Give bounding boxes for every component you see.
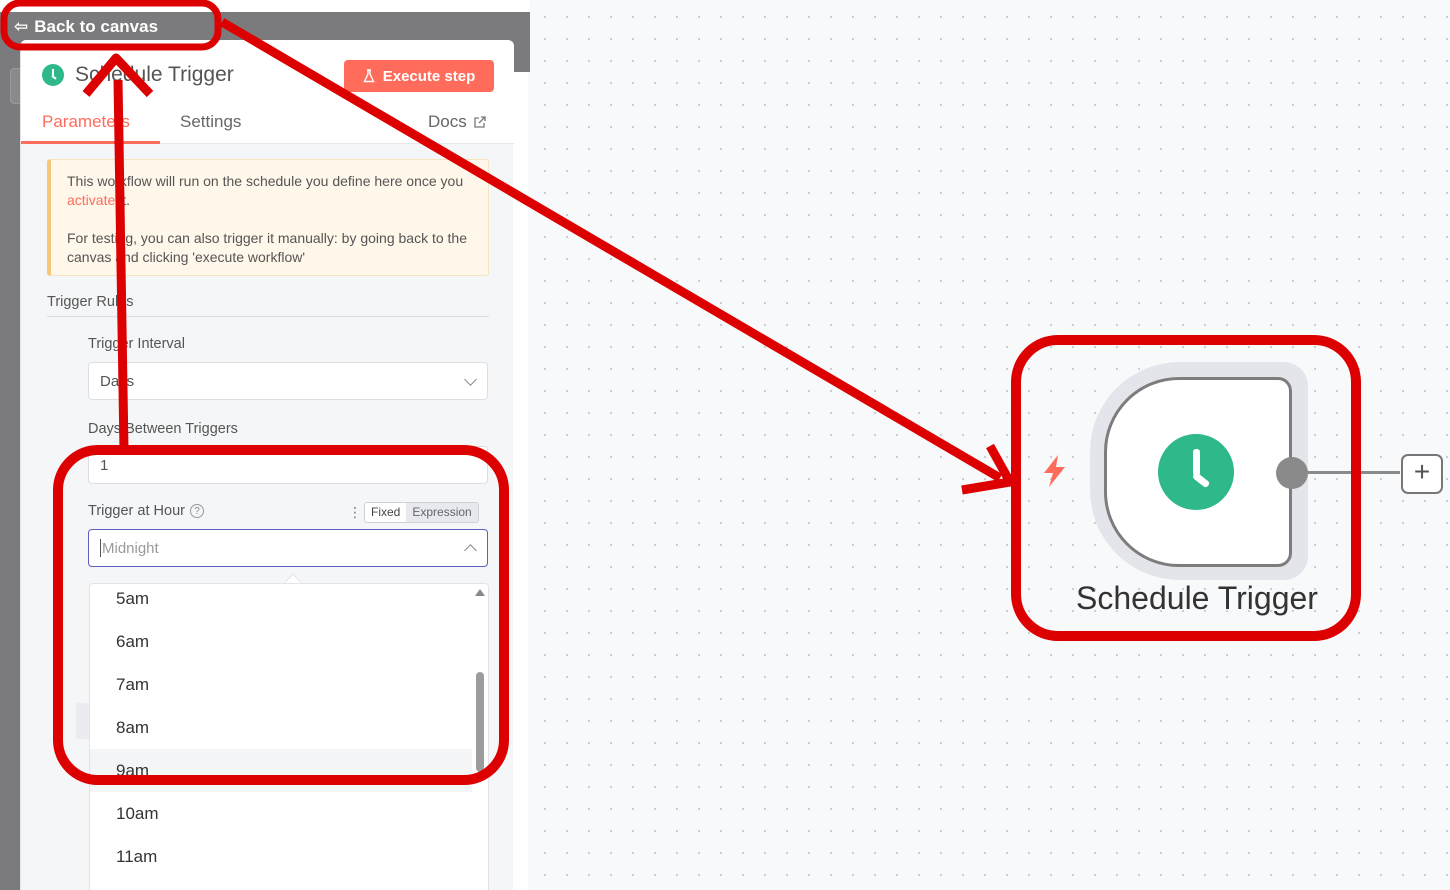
hour-option[interactable]: 5am: [90, 584, 472, 620]
help-icon[interactable]: ?: [189, 504, 204, 519]
node-output-handle[interactable]: [1276, 457, 1308, 489]
trigger-interval-select[interactable]: Days: [88, 362, 488, 400]
dropdown-scrollbar[interactable]: [476, 672, 484, 772]
trigger-hour-select[interactable]: Midnight: [88, 529, 488, 567]
bolt-icon: [1044, 455, 1065, 487]
hour-option[interactable]: 7am: [90, 663, 472, 706]
days-between-label: Days Between Triggers: [88, 421, 238, 437]
text-caret: [100, 539, 101, 557]
days-between-input[interactable]: 1: [88, 446, 488, 484]
chevron-down-icon: [464, 373, 477, 386]
trigger-hour-placeholder: Midnight: [102, 539, 159, 557]
trigger-rules-label: Trigger Rules: [47, 294, 134, 310]
scroll-up-arrow[interactable]: [475, 589, 485, 596]
panel-title: Schedule Trigger: [75, 63, 234, 86]
days-between-value: 1: [100, 456, 109, 474]
back-arrow-icon: ⇦: [14, 17, 29, 36]
tab-settings[interactable]: Settings: [180, 112, 241, 132]
external-link-icon: [474, 115, 486, 128]
execute-step-button[interactable]: Execute step: [344, 60, 494, 92]
notice-line-1: This workflow will run on the schedule y…: [67, 173, 464, 208]
node-label: Schedule Trigger: [1076, 580, 1318, 616]
hour-option[interactable]: 10am: [90, 792, 472, 835]
hour-option[interactable]: 6am: [90, 620, 472, 663]
clock-icon: [42, 64, 64, 86]
active-tab-indicator: [21, 141, 160, 144]
output-connector-line: [1306, 471, 1400, 474]
workflow-canvas[interactable]: [528, 0, 1450, 890]
hour-option[interactable]: 11am: [90, 835, 472, 878]
docs-label: Docs: [428, 112, 467, 131]
tab-parameters[interactable]: Parameters: [42, 112, 130, 132]
fixed-expression-toggle[interactable]: Fixed Expression: [364, 502, 479, 523]
schedule-notice: This workflow will run on the schedule y…: [47, 159, 489, 276]
divider: [47, 316, 489, 317]
plus-icon[interactable]: +: [1401, 454, 1443, 494]
node-settings-panel: Schedule Trigger Execute step Parameters…: [20, 40, 514, 890]
chevron-up-icon: [464, 544, 477, 557]
trigger-interval-value: Days: [100, 372, 135, 390]
back-to-canvas-label: Back to canvas: [34, 17, 159, 36]
expression-mode-option[interactable]: Expression: [406, 503, 478, 522]
dimmed-left-strip: [0, 12, 20, 890]
options-menu-icon[interactable]: ⋮: [348, 504, 362, 521]
top-strip: [0, 0, 530, 12]
trigger-interval-label: Trigger Interval: [88, 336, 185, 352]
flask-icon: [363, 69, 375, 83]
fixed-mode-option[interactable]: Fixed: [365, 503, 407, 522]
trigger-hour-label-row: Trigger at Hour?: [88, 503, 204, 519]
hour-options-dropdown[interactable]: 5am 6am 7am 8am 9am 10am 11am: [89, 583, 489, 890]
back-to-canvas-button[interactable]: ⇦ Back to canvas: [14, 13, 158, 41]
panel-header: Schedule Trigger Execute step Parameters…: [21, 40, 514, 144]
execute-step-label: Execute step: [382, 67, 476, 85]
notice-line-2: For testing, you can also trigger it man…: [67, 230, 467, 265]
hour-option[interactable]: 8am: [90, 706, 472, 749]
hour-option-hovered[interactable]: 9am: [90, 749, 472, 792]
clock-icon: [1158, 434, 1234, 510]
activate-link[interactable]: activate: [67, 192, 115, 208]
docs-link[interactable]: Docs: [428, 112, 486, 132]
trigger-hour-label: Trigger at Hour: [88, 503, 185, 519]
